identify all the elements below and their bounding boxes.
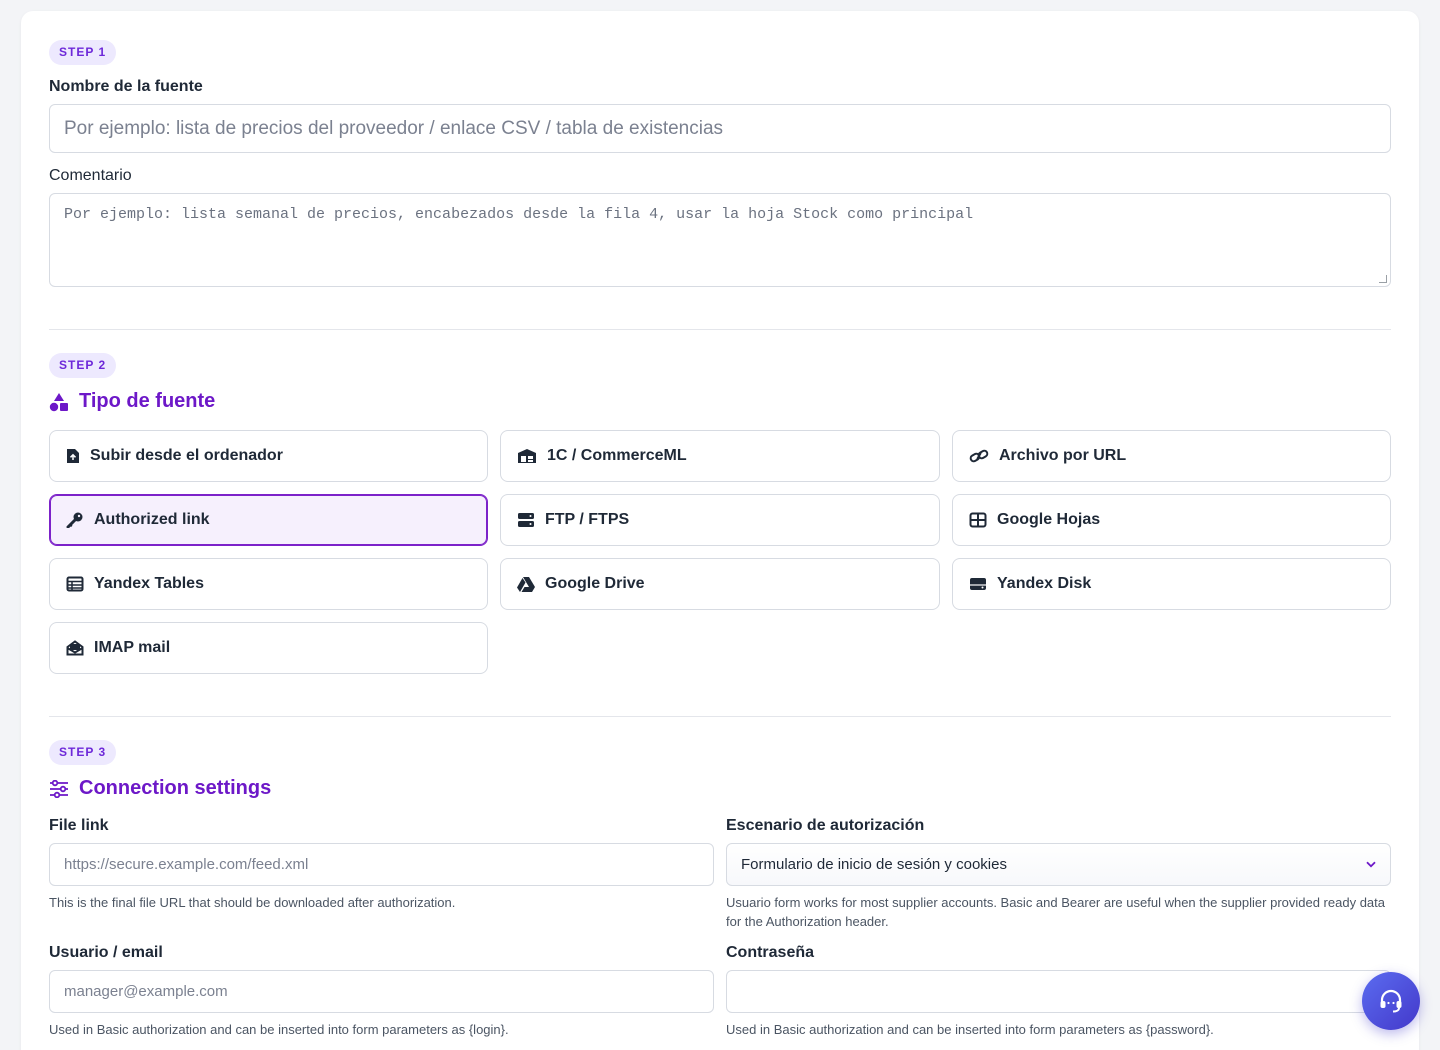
shapes-icon xyxy=(49,392,68,411)
source-option-label: Authorized link xyxy=(94,511,210,528)
google-drive-icon xyxy=(517,577,535,592)
envelope-open-icon xyxy=(66,640,84,656)
source-option-label: Google Hojas xyxy=(997,511,1101,528)
source-option-label: Google Drive xyxy=(545,575,645,592)
headset-icon xyxy=(1380,989,1402,1013)
link-icon xyxy=(969,449,989,463)
user-input[interactable]: manager@example.com xyxy=(49,970,714,1013)
step-2-badge: STEP 2 xyxy=(49,353,117,378)
source-option-label: 1C / CommerceML xyxy=(547,447,687,464)
warehouse-icon xyxy=(518,449,536,463)
source-name-placeholder: Por ejemplo: lista de precios del provee… xyxy=(64,117,724,139)
file-link-help: This is the final file URL that should b… xyxy=(49,895,456,910)
auth-scenario-label: Escenario de autorización xyxy=(726,817,925,834)
source-option-yandex-disk[interactable]: Yandex Disk xyxy=(952,558,1391,610)
source-type-title: Tipo de fuente xyxy=(79,390,216,412)
source-type-heading: Tipo de fuente xyxy=(49,390,215,413)
source-option-label: Subir desde el ordenador xyxy=(90,447,283,464)
divider xyxy=(49,716,1391,717)
source-option-label: FTP / FTPS xyxy=(545,511,630,528)
source-option-label: Yandex Tables xyxy=(94,575,204,592)
resize-handle[interactable] xyxy=(1379,275,1387,283)
password-input[interactable] xyxy=(726,970,1391,1013)
file-link-label: File link xyxy=(49,817,109,834)
source-option-label: Archivo por URL xyxy=(999,447,1127,464)
source-form-card: STEP 1 Nombre de la fuente Por ejemplo: … xyxy=(21,11,1419,1050)
server-icon xyxy=(518,513,534,527)
file-link-placeholder: https://secure.example.com/feed.xml xyxy=(64,856,309,873)
source-option-1c[interactable]: 1C / CommerceML xyxy=(500,430,940,482)
source-name-label: Nombre de la fuente xyxy=(49,78,203,95)
source-option-google-drive[interactable]: Google Drive xyxy=(500,558,940,610)
source-option-label: Yandex Disk xyxy=(997,575,1092,592)
comment-textarea[interactable]: Por ejemplo: lista semanal de precios, e… xyxy=(49,193,1391,287)
password-label: Contraseña xyxy=(726,944,815,961)
source-option-upload[interactable]: Subir desde el ordenador xyxy=(49,430,488,482)
table-grid-icon xyxy=(969,512,987,528)
source-name-input[interactable]: Por ejemplo: lista de precios del provee… xyxy=(49,104,1391,153)
chevron-down-icon xyxy=(1366,861,1376,868)
key-icon xyxy=(66,512,83,528)
table-list-icon xyxy=(66,576,84,592)
source-option-google-sheets[interactable]: Google Hojas xyxy=(952,494,1391,546)
hard-drive-icon xyxy=(970,578,986,590)
auth-scenario-select[interactable]: Formulario de inicio de sesión y cookies xyxy=(726,843,1391,886)
source-option-url[interactable]: Archivo por URL xyxy=(952,430,1391,482)
support-chat-button[interactable] xyxy=(1362,972,1420,1030)
password-help: Used in Basic authorization and can be i… xyxy=(726,1022,1214,1037)
comment-placeholder: Por ejemplo: lista semanal de precios, e… xyxy=(64,206,974,223)
user-placeholder: manager@example.com xyxy=(64,983,228,1000)
divider xyxy=(49,329,1391,330)
source-option-authorized-link[interactable]: Authorized link xyxy=(49,494,488,546)
user-help: Used in Basic authorization and can be i… xyxy=(49,1022,509,1037)
source-option-yandex-tables[interactable]: Yandex Tables xyxy=(49,558,488,610)
step-3-badge: STEP 3 xyxy=(49,740,117,765)
source-option-imap[interactable]: IMAP mail xyxy=(49,622,488,674)
source-option-label: IMAP mail xyxy=(94,639,171,656)
connection-settings-title: Connection settings xyxy=(79,777,272,799)
sliders-icon xyxy=(50,779,68,798)
auth-scenario-help: Usuario form works for most supplier acc… xyxy=(726,895,1385,929)
step-1-badge: STEP 1 xyxy=(49,40,117,65)
comment-label: Comentario xyxy=(49,167,132,184)
user-label: Usuario / email xyxy=(49,944,163,961)
file-upload-icon xyxy=(67,449,79,463)
source-option-ftp[interactable]: FTP / FTPS xyxy=(500,494,940,546)
auth-scenario-value: Formulario de inicio de sesión y cookies xyxy=(741,856,1007,873)
file-link-input[interactable]: https://secure.example.com/feed.xml xyxy=(49,843,714,886)
connection-settings-heading: Connection settings xyxy=(49,777,271,800)
